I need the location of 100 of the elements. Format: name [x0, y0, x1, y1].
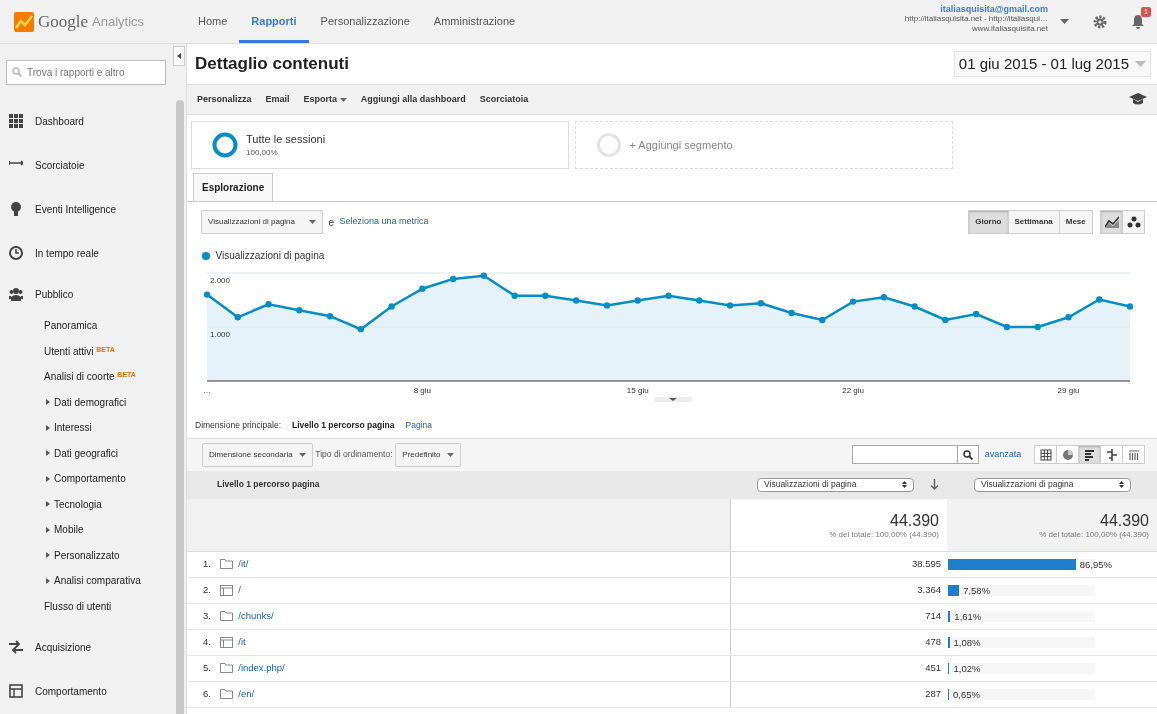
sidebar-subitem[interactable]: Panoramica	[0, 313, 172, 339]
sidebar-item[interactable]: Scorciatoie	[0, 143, 172, 187]
advanced-link[interactable]: avanzata	[984, 448, 1022, 462]
sidebar-item[interactable]: Eventi Intelligence	[0, 187, 172, 231]
settings-icon[interactable]	[1093, 14, 1107, 29]
search-icon	[12, 67, 22, 77]
table-cell-text: 3.364	[916, 583, 942, 598]
data-point	[1003, 323, 1011, 331]
total-share: % del totale: 100,00% (44.390)	[1038, 528, 1149, 541]
table-cell: 86,95%	[1079, 557, 1113, 571]
data-point	[1126, 303, 1134, 310]
table-search-field[interactable]	[852, 445, 959, 465]
caret-icon[interactable]	[1060, 19, 1069, 24]
view-button[interactable]	[1122, 445, 1145, 465]
sidebar-subitem[interactable]: Dati demografici	[0, 389, 172, 415]
sidebar-item[interactable]: In tempo reale	[0, 231, 172, 275]
account-email[interactable]: italiasquisita@gmail.com	[904, 4, 1048, 14]
page-path-link[interactable]: /index.php/	[238, 661, 285, 676]
view-button[interactable]	[1100, 445, 1123, 465]
collapse-button[interactable]	[173, 46, 185, 66]
chart-resize-handle[interactable]	[654, 397, 692, 402]
bar-list-icon	[1083, 448, 1096, 461]
data-point	[265, 301, 272, 308]
lightbulb-icon	[9, 202, 23, 216]
row-index: 6.	[202, 687, 212, 702]
data-point	[1065, 314, 1072, 321]
page-path-link[interactable]: /chunks/	[238, 609, 274, 624]
search-button[interactable]	[958, 445, 980, 465]
period-button[interactable]: Mese	[1058, 210, 1093, 234]
chart-mode-button[interactable]	[1100, 210, 1123, 234]
axis-label: 1.000	[210, 330, 231, 339]
axis-label: 2.000	[210, 276, 231, 285]
data-point	[234, 314, 241, 321]
page-path-link[interactable]: /en/	[238, 687, 255, 702]
sidebar-subitem[interactable]: Tecnologia	[0, 491, 172, 517]
data-point	[296, 307, 303, 314]
segment-share: 100,00%	[246, 147, 279, 160]
report-tab[interactable]: Esplorazione	[193, 173, 274, 201]
select-metric-link[interactable]: Seleziona una metrica	[339, 215, 429, 229]
sidebar-subitem[interactable]: Interessi	[0, 415, 172, 441]
date-range-picker[interactable]: 01 giu 2015 - 01 lug 2015	[953, 50, 1151, 78]
nav-tab[interactable]: Amministrazione	[421, 3, 528, 43]
segment-card[interactable]: Tutte le sessioni 100,00%	[191, 121, 569, 169]
period-button[interactable]: Giorno	[968, 210, 1009, 234]
sidebar-item[interactable]: Acquisizione	[0, 625, 172, 669]
sidebar-item[interactable]: Pubblico	[0, 275, 172, 313]
table-cell-text: 38.595	[910, 557, 942, 572]
updown-icon	[1119, 481, 1124, 489]
comparison-icon	[1105, 448, 1118, 461]
chart-mode-button[interactable]	[1122, 210, 1145, 234]
bell-icon[interactable]	[1131, 14, 1145, 29]
sidebar-subitem[interactable]: Mobile	[0, 517, 172, 543]
collapsed-icon	[46, 450, 50, 457]
sidebar-item[interactable]: Dashboard	[0, 99, 172, 143]
dimension-option[interactable]: Livello 1 percorso pagina	[292, 419, 395, 432]
data-point	[573, 297, 580, 304]
view-name[interactable]: www.italiasquisita.net	[904, 24, 1048, 34]
toolbar-button[interactable]: Aggiungi alla dashboard	[360, 92, 466, 107]
toolbar-button[interactable]: Email	[265, 92, 290, 107]
folder-icon	[219, 611, 233, 622]
page-path-link[interactable]: /it/	[238, 557, 249, 572]
legend-label: Visualizzazioni di pagina	[215, 249, 325, 263]
people-icon	[9, 287, 23, 301]
sidebar-subitem[interactable]: Personalizzato	[0, 542, 172, 568]
pie-chart-icon	[1061, 448, 1074, 461]
sidebar-subitem[interactable]: Flusso di utenti	[0, 593, 172, 619]
add-segment-button[interactable]: + Aggiungi segmento	[574, 121, 953, 169]
segment-name: Tutte le sessioni	[246, 131, 326, 147]
page-path-link[interactable]: /it	[238, 635, 246, 650]
secondary-dimension-dropdown[interactable]: Dimensione secondaria	[202, 442, 313, 467]
data-point	[326, 313, 334, 320]
metric-dropdown[interactable]: Visualizzazioni di pagina	[201, 210, 323, 234]
data-point	[972, 310, 980, 318]
toolbar-button[interactable]: Personalizza	[197, 92, 252, 107]
search-field[interactable]: Trova i rapporti e altro	[6, 60, 166, 85]
nav-tab[interactable]: Rapporti	[239, 3, 309, 43]
pivot-icon	[1127, 448, 1140, 461]
graduation-cap-icon[interactable]	[1129, 93, 1147, 106]
search-icon	[963, 449, 974, 460]
dimension-option[interactable]: Pagina	[405, 419, 432, 432]
sidebar-subitem[interactable]: Comportamento	[0, 466, 172, 492]
metric-select[interactable]: Visualizzazioni di pagina	[757, 477, 914, 492]
sidebar-item[interactable]: Comportamento	[0, 669, 172, 713]
view-button[interactable]	[1034, 445, 1057, 465]
data-point	[757, 300, 764, 307]
nav-tab[interactable]: Personalizzazione	[308, 3, 422, 43]
sidebar-subitem[interactable]: Analisi comparativa	[0, 568, 172, 594]
sort-dropdown[interactable]: Predefinito	[395, 442, 461, 467]
property-name[interactable]: http://italiasquisita.net - http://italiasqui…	[904, 14, 1048, 24]
collapsed-icon	[46, 526, 50, 533]
period-button[interactable]: Settimana	[1007, 210, 1060, 234]
metric-select[interactable]: Visualizzazioni di pagina	[974, 477, 1131, 492]
toolbar-button[interactable]: Esporta	[303, 92, 347, 107]
data-point	[942, 316, 949, 324]
toolbar-button[interactable]: Scorciatoia	[479, 92, 529, 107]
page-path-link[interactable]: /	[238, 583, 241, 598]
sort-arrow-icon[interactable]	[930, 479, 939, 491]
nav-tab[interactable]: Home	[186, 3, 240, 43]
sidebar-subitem[interactable]: Dati geografici	[0, 440, 172, 466]
view-button[interactable]	[1078, 445, 1101, 465]
